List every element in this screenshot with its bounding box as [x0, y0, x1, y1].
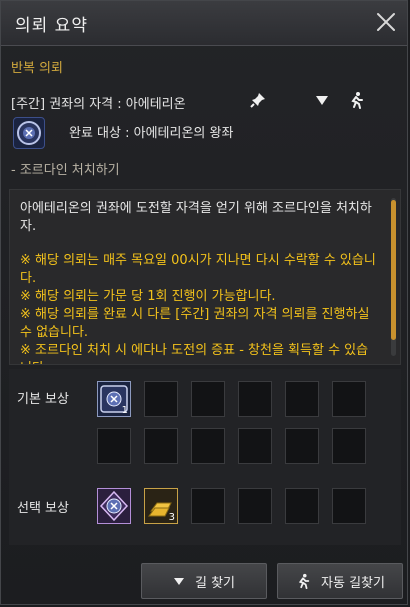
emblem-token-icon: [99, 490, 129, 522]
completion-target: 완료 대상 : 아에테리온의 왕좌: [69, 126, 234, 141]
choice-reward-item[interactable]: [97, 488, 131, 524]
description-text: 아에테리온의 권좌에 도전할 자격을 얻기 위해 조르다인을 처치하자.: [20, 201, 372, 234]
empty-reward-slot: [238, 428, 272, 464]
quest-description-panel: 아에테리온의 권좌에 도전할 자격을 얻기 위해 조르다인을 처치하자. ※ 해…: [9, 189, 401, 365]
quest-title: [주간] 권좌의 자격 : 아에테리온: [11, 97, 186, 112]
basic-reward-item[interactable]: 1: [97, 381, 131, 417]
description-note: ※ 해당 의뢰는 가문 당 1회 진행이 가능합니다.: [20, 289, 276, 304]
running-person-icon: [298, 573, 310, 589]
empty-reward-slot: [238, 381, 272, 417]
empty-reward-slot: [285, 381, 319, 417]
quest-objective: - 조르다인 처치하기: [11, 163, 120, 178]
item-quantity: 3: [168, 512, 175, 523]
empty-reward-slot: [332, 428, 366, 464]
description-note: ※ 해당 의뢰는 매주 목요일 00시가 지나면 다시 수락할 수 있습니다.: [20, 253, 376, 286]
scrollbar-thumb[interactable]: [391, 200, 396, 340]
quest-emblem-icon: [13, 117, 45, 149]
quest-summary-window: 의뢰 요약 반복 의뢰 [주간] 권좌의 자격 : 아에테리온 완료 대상: …: [0, 0, 408, 605]
description-note: ※ 해당 의뢰를 완료 시 다른 [주간] 권좌의 자격 의뢰를 진행하실 수 …: [20, 307, 370, 340]
title-bar: 의뢰 요약: [1, 1, 407, 46]
empty-reward-slot: [285, 428, 319, 464]
choice-reward-item[interactable]: 3: [144, 488, 178, 524]
empty-reward-slot: [285, 488, 319, 524]
section-heading: 반복 의뢰: [11, 61, 63, 76]
window-title: 의뢰 요약: [15, 16, 88, 36]
close-icon: [377, 13, 395, 31]
close-button[interactable]: [373, 9, 399, 35]
empty-reward-slot: [97, 428, 131, 464]
pin-icon: [250, 93, 265, 108]
chevron-down-icon: [316, 96, 328, 105]
empty-reward-slot: [191, 428, 225, 464]
running-person-icon: [351, 92, 363, 109]
empty-reward-slot: [191, 488, 225, 524]
empty-reward-slot: [144, 428, 178, 464]
empty-reward-slot: [332, 381, 366, 417]
pin-button[interactable]: [247, 89, 269, 111]
description-note: ※ 조르다인 처치 시 에다나 도전의 증표 - 창천을 획득할 수 있습니다.: [20, 343, 369, 364]
auto-path-button[interactable]: 자동 길찾기: [277, 563, 403, 599]
find-path-button[interactable]: 길 찾기: [141, 563, 267, 599]
empty-reward-slot: [191, 381, 225, 417]
empty-reward-slot: [238, 488, 272, 524]
chevron-down-icon: [173, 578, 184, 585]
basic-reward-label: 기본 보상: [17, 392, 69, 407]
choice-reward-label: 선택 보상: [17, 501, 69, 516]
find-path-mini-button[interactable]: [311, 89, 333, 111]
auto-path-mini-button[interactable]: [345, 89, 367, 111]
item-quantity: 1: [121, 405, 128, 416]
empty-reward-slot: [332, 488, 366, 524]
find-path-label: 길 찾기: [194, 575, 235, 591]
empty-reward-slot: [144, 381, 178, 417]
auto-path-label: 자동 길찾기: [321, 575, 385, 591]
